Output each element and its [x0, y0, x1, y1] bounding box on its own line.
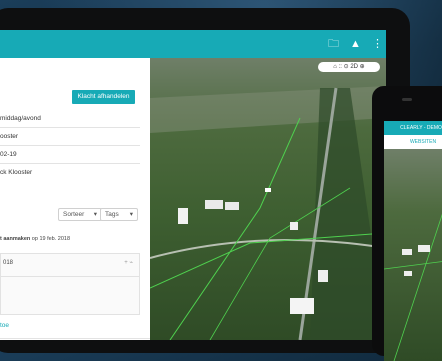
tablet-screen: 🗀 ▲ ⋮ Klacht afhandelen middag/avond oos… [0, 30, 386, 340]
compass-icon[interactable]: ⊕ [360, 64, 365, 70]
map-toolbar[interactable]: ⌂ :: ⊙ 2D ⊕ [318, 62, 380, 72]
map-terrain [150, 86, 386, 340]
phone-project-dropdown[interactable]: CLEARLY - DEMO ▾ [384, 121, 442, 135]
zoom-icon[interactable]: ⊙ [344, 64, 349, 70]
note-card-title: 018 [3, 260, 14, 266]
created-note-date: op 19 feb. 2018 [31, 236, 71, 242]
phone-device: CLEARLY - DEMO ▾ WEBSITEN [372, 86, 442, 361]
home-icon[interactable]: ⌂ [333, 64, 337, 70]
complete-complaint-button[interactable]: Klacht afhandelen [72, 90, 135, 104]
phone-tab[interactable]: WEBSITEN [384, 135, 442, 150]
detail-row: 02-19 [0, 146, 140, 164]
app-topbar: 🗀 ▲ ⋮ [0, 30, 386, 58]
sort-dropdown[interactable]: Sorteer ▾ [58, 208, 102, 221]
2d-toggle[interactable]: 2D [350, 64, 358, 70]
add-link[interactable]: toe [0, 322, 9, 329]
tags-label: Tags [105, 211, 119, 218]
created-note-strong: t aanmaken [0, 236, 31, 242]
divider [0, 338, 150, 339]
phone-map-view[interactable] [384, 149, 442, 361]
note-card: 018 + ⌁ [0, 253, 140, 315]
chevron-down-icon: ▾ [93, 211, 97, 218]
phone-map-terrain [384, 213, 442, 361]
complaint-panel: Klacht afhandelen middag/avond ooster 02… [0, 58, 150, 340]
sort-label: Sorteer [63, 211, 85, 218]
more-icon[interactable]: ⋮ [372, 37, 383, 51]
folder-icon[interactable]: 🗀 [328, 37, 339, 51]
detail-row: ooster [0, 128, 140, 146]
phone-screen: CLEARLY - DEMO ▾ WEBSITEN [384, 121, 442, 361]
grid-icon[interactable]: :: [339, 64, 342, 70]
chevron-down-icon: ▾ [129, 211, 133, 218]
created-note: t aanmaken op 19 feb. 2018 [0, 236, 70, 242]
tag-icon[interactable]: + ⌁ [124, 259, 133, 266]
divider [1, 276, 139, 277]
tags-dropdown[interactable]: Tags ▾ [100, 208, 138, 221]
phone-speaker [402, 98, 412, 101]
detail-row: ck Klooster [0, 169, 33, 176]
bell-icon[interactable]: ▲ [350, 37, 361, 51]
3d-map-view[interactable]: ⌂ :: ⊙ 2D ⊕ [150, 58, 386, 340]
tablet-device: 🗀 ▲ ⋮ Klacht afhandelen middag/avond oos… [0, 8, 410, 353]
phone-dropdown-label: CLEARLY - DEMO [400, 125, 442, 131]
detail-row: middag/avond [0, 110, 140, 128]
